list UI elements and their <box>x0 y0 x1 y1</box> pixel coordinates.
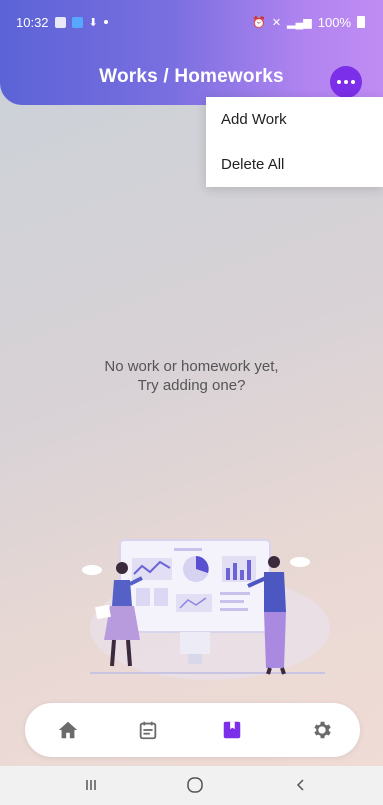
empty-state-illustration <box>82 539 330 680</box>
system-navigation-bar <box>0 766 383 805</box>
empty-state-message: No work or homework yet, Try adding one? <box>60 357 323 395</box>
menu-item-add-work[interactable]: Add Work <box>206 97 383 142</box>
more-dot-icon <box>351 80 355 84</box>
recents-icon <box>86 780 96 790</box>
status-bar: 10:32 ⬇ ⏰ ✕ ▂▄▆ 100% <box>0 0 383 44</box>
app-header: 10:32 ⬇ ⏰ ✕ ▂▄▆ 100% Works / Homeworks <box>0 0 383 105</box>
system-recents-button[interactable] <box>76 774 106 796</box>
system-back-button[interactable] <box>286 774 316 796</box>
app-notification-icon <box>71 16 83 28</box>
more-notifications-icon <box>103 20 108 24</box>
nav-settings[interactable] <box>307 715 337 745</box>
battery-icon <box>357 16 365 28</box>
status-time: 10:32 <box>16 14 49 30</box>
page-title: Works / Homeworks <box>99 66 284 87</box>
bottom-navigation <box>25 703 360 757</box>
home-icon <box>58 721 78 739</box>
download-notification-icon: ⬇ <box>88 16 98 29</box>
more-options-button[interactable] <box>330 66 362 98</box>
mute-icon: ✕ <box>271 16 282 29</box>
settings-icon <box>314 721 331 739</box>
calendar-icon <box>139 721 157 740</box>
menu-item-delete-all[interactable]: Delete All <box>206 142 383 187</box>
more-dot-icon <box>344 80 348 84</box>
options-menu: Add Work Delete All <box>206 97 383 187</box>
nav-calendar[interactable] <box>133 715 163 745</box>
alarm-icon: ⏰ <box>252 16 266 29</box>
nav-works[interactable] <box>217 715 247 745</box>
empty-state-line-2: Try adding one? <box>137 377 246 394</box>
back-icon <box>296 779 304 791</box>
empty-state-line-1: No work or homework yet, <box>104 358 279 375</box>
book-icon <box>223 721 241 739</box>
gallery-notification-icon <box>54 16 66 28</box>
signal-icon: ▂▄▆ <box>287 16 312 29</box>
nav-home[interactable] <box>53 715 83 745</box>
battery-percent: 100% <box>317 14 351 30</box>
more-dot-icon <box>337 80 341 84</box>
system-home-button[interactable] <box>180 774 210 796</box>
home-circle-icon <box>187 777 203 793</box>
